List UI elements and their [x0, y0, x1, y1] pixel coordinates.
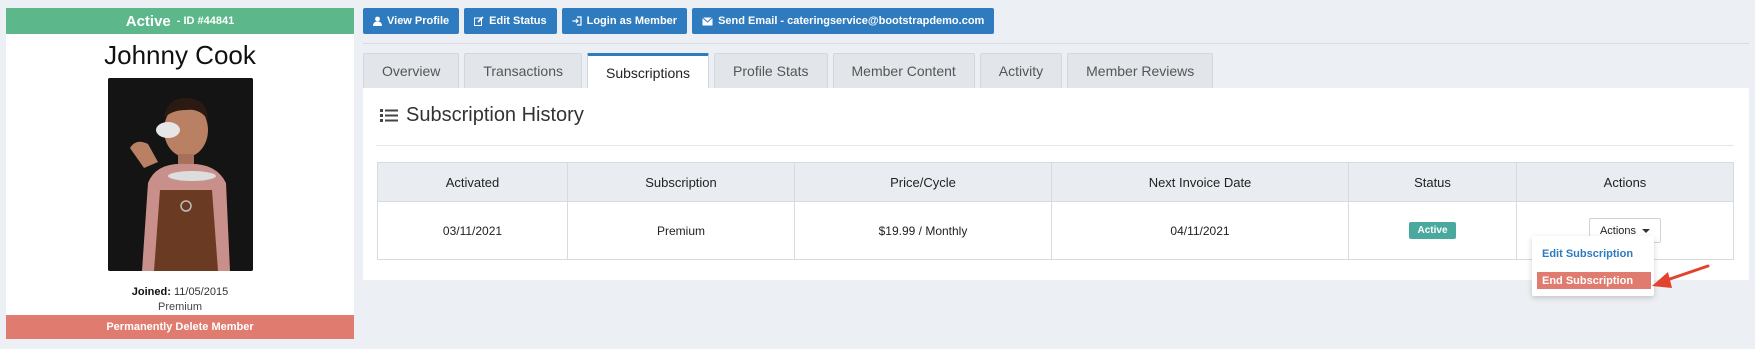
column-status: Status: [1348, 162, 1517, 202]
edit-subscription-item[interactable]: Edit Subscription: [1532, 248, 1654, 260]
member-joined: Joined: 11/05/2015: [6, 286, 354, 298]
caret-down-icon: [1642, 228, 1651, 233]
panel-title-text: Subscription History: [406, 104, 584, 126]
view-profile-label: View Profile: [387, 15, 450, 27]
column-next-invoice-date: Next Invoice Date: [1051, 162, 1349, 202]
column-subscription: Subscription: [567, 162, 795, 202]
cell-subscription: Premium: [567, 201, 795, 260]
cell-price: $19.99 / Monthly: [794, 201, 1052, 260]
actions-dropdown-menu: Edit Subscription End Subscription: [1532, 236, 1654, 296]
edit-status-label: Edit Status: [489, 15, 547, 27]
member-plan: Premium: [157, 301, 202, 313]
send-email-button[interactable]: Send Email - cateringservice@bootstrapde…: [692, 8, 995, 34]
annotation-arrow-icon: [1652, 264, 1710, 288]
tab-profile-stats[interactable]: Profile Stats: [714, 53, 828, 88]
tab-member-content[interactable]: Member Content: [832, 53, 975, 88]
column-activated: Activated: [377, 162, 568, 202]
table-header-row: Activated Subscription Price/Cycle Next …: [377, 162, 1734, 202]
member-profile-card: Active - ID #44841 Johnny Cook Joined: 1…: [6, 8, 354, 339]
login-icon: [572, 16, 582, 26]
member-status-bar: Active - ID #44841: [6, 8, 354, 34]
member-id: - ID #44841: [176, 15, 235, 27]
cell-status: Active: [1348, 201, 1517, 260]
tab-transactions[interactable]: Transactions: [464, 53, 582, 88]
member-photo: [108, 78, 253, 271]
member-action-buttons: View Profile Edit Status Login as Member…: [363, 8, 995, 34]
column-price-cycle: Price/Cycle: [794, 162, 1052, 202]
member-name: Johnny Cook: [104, 40, 256, 70]
end-subscription-item[interactable]: End Subscription: [1537, 272, 1651, 289]
column-actions: Actions: [1516, 162, 1734, 202]
member-status: Active: [125, 12, 171, 30]
actions-label: Actions: [1599, 224, 1637, 237]
user-icon: [373, 16, 382, 26]
cell-activated: 03/11/2021: [377, 201, 568, 260]
panel-title: Subscription History: [380, 104, 584, 127]
joined-date: 11/05/2015: [173, 286, 229, 298]
cell-next-invoice: 04/11/2021: [1051, 201, 1349, 260]
tab-overview[interactable]: Overview: [363, 53, 460, 88]
header-divider: [363, 43, 1749, 44]
member-tabs: Overview Transactions Subscriptions Prof…: [363, 53, 1214, 89]
edit-status-button[interactable]: Edit Status: [464, 8, 557, 34]
list-icon: [380, 109, 398, 122]
login-as-member-label: Login as Member: [586, 15, 678, 27]
panel-divider: [376, 145, 1734, 146]
tab-member-reviews[interactable]: Member Reviews: [1067, 53, 1214, 88]
edit-icon: [474, 16, 484, 26]
subscription-table: Activated Subscription Price/Cycle Next …: [377, 162, 1734, 260]
delete-member-button[interactable]: Permanently Delete Member: [6, 315, 354, 339]
joined-label: Joined:: [131, 286, 171, 298]
tab-activity[interactable]: Activity: [979, 53, 1063, 88]
envelope-icon: [702, 16, 713, 25]
tab-subscriptions[interactable]: Subscriptions: [586, 53, 710, 89]
table-row: 03/11/2021 Premium $19.99 / Monthly 04/1…: [377, 201, 1734, 260]
view-profile-button[interactable]: View Profile: [363, 8, 460, 34]
status-badge: Active: [1409, 222, 1456, 239]
send-email-label: Send Email - cateringservice@bootstrapde…: [718, 15, 985, 27]
login-as-member-button[interactable]: Login as Member: [561, 8, 688, 34]
member-photo-image: [108, 78, 253, 271]
